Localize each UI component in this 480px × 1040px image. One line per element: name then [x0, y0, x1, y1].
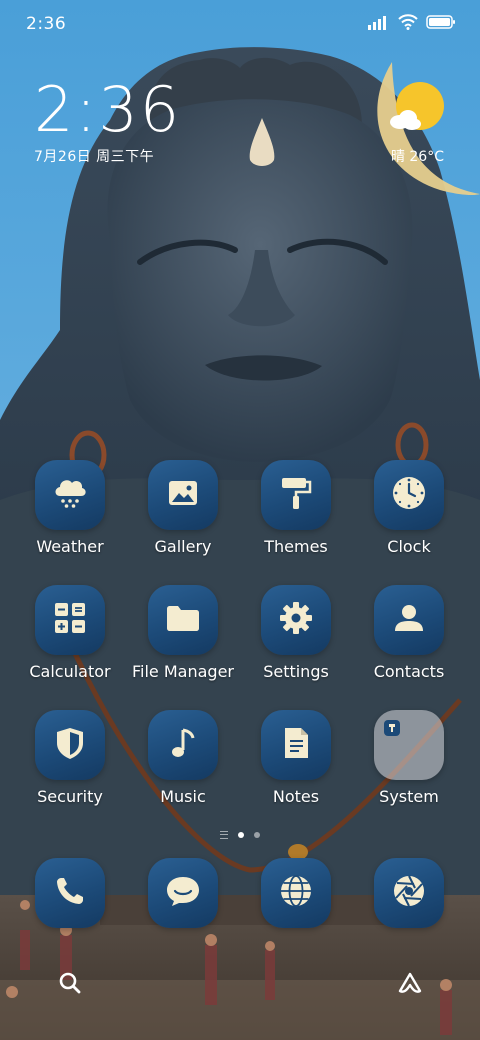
- globe-icon: [278, 873, 314, 913]
- chat-bubble-icon: [164, 874, 202, 912]
- app-notes[interactable]: Notes: [240, 710, 352, 806]
- app-label: Gallery: [154, 537, 212, 556]
- app-themes[interactable]: Themes: [240, 460, 352, 556]
- app-calculator-tile[interactable]: [35, 585, 105, 655]
- app-contacts-tile[interactable]: [374, 585, 444, 655]
- app-weather-tile[interactable]: [35, 460, 105, 530]
- dock-browser-tile[interactable]: [261, 858, 331, 928]
- person-icon: [391, 600, 427, 640]
- weather-temperature: 晴 26°C: [390, 149, 444, 165]
- battery-icon: [426, 14, 456, 34]
- music-note-icon: [168, 725, 198, 765]
- partly-sunny-icon: [388, 82, 444, 138]
- image-icon: [166, 476, 200, 514]
- app-system-folder-tile[interactable]: [374, 710, 444, 780]
- folder-icon: [165, 602, 201, 638]
- app-security-tile[interactable]: [35, 710, 105, 780]
- dock-messages-tile[interactable]: [148, 858, 218, 928]
- app-label: Themes: [264, 537, 328, 556]
- app-label: Weather: [36, 537, 104, 556]
- dock-camera-tile[interactable]: [374, 858, 444, 928]
- gear-icon: [277, 599, 315, 641]
- app-vault-button[interactable]: [390, 965, 430, 1005]
- note-icon: [281, 725, 311, 765]
- aperture-icon: [391, 873, 427, 913]
- dock-camera[interactable]: [353, 858, 465, 928]
- clock-icon: [390, 474, 428, 516]
- app-clock-tile[interactable]: [374, 460, 444, 530]
- cloud-snow-icon: [51, 474, 89, 516]
- dock-phone[interactable]: [14, 858, 126, 928]
- app-settings-tile[interactable]: [261, 585, 331, 655]
- app-label: System: [379, 787, 439, 806]
- page-dot-active: [238, 832, 244, 838]
- app-label: Settings: [263, 662, 329, 681]
- dock-browser[interactable]: [240, 858, 352, 928]
- app-label: Notes: [272, 787, 320, 806]
- status-bar: 2:36: [0, 0, 480, 50]
- app-clock[interactable]: Clock: [353, 460, 465, 556]
- search-icon: [58, 971, 82, 999]
- clock-widget[interactable]: 2:36 7月26日 周三下午: [34, 78, 181, 166]
- app-gallery-tile[interactable]: [148, 460, 218, 530]
- app-label: Contacts: [373, 662, 445, 681]
- signal-icon: [368, 14, 390, 34]
- app-label: Calculator: [29, 662, 111, 681]
- shield-icon: [53, 725, 87, 765]
- status-icons: [368, 14, 456, 34]
- app-file-manager-tile[interactable]: [148, 585, 218, 655]
- folder-icon: [384, 720, 400, 736]
- app-label: Security: [37, 787, 103, 806]
- paint-roller-icon: [279, 475, 313, 515]
- dock-messages[interactable]: [127, 858, 239, 928]
- menu-icon: [220, 831, 228, 839]
- app-label: Music: [160, 787, 206, 806]
- app-label: File Manager: [132, 662, 234, 681]
- clock-widget-time: 2:36: [34, 73, 182, 146]
- weather-widget[interactable]: 晴 26°C: [374, 82, 444, 166]
- app-label: Clock: [387, 537, 431, 556]
- app-music-tile[interactable]: [148, 710, 218, 780]
- dock-phone-tile[interactable]: [35, 858, 105, 928]
- app-music[interactable]: Music: [127, 710, 239, 806]
- status-time: 2:36: [26, 14, 67, 34]
- bottom-bar: [0, 955, 480, 1015]
- page-indicator: [0, 826, 480, 844]
- app-gallery[interactable]: Gallery: [127, 460, 239, 556]
- phone-icon: [54, 875, 86, 911]
- page-dot: [254, 832, 260, 838]
- app-notes-tile[interactable]: [261, 710, 331, 780]
- app-themes-tile[interactable]: [261, 460, 331, 530]
- search-button[interactable]: [50, 965, 90, 1005]
- app-weather[interactable]: Weather: [14, 460, 126, 556]
- app-calculator[interactable]: Calculator: [14, 585, 126, 681]
- app-contacts[interactable]: Contacts: [353, 585, 465, 681]
- app-system-folder[interactable]: System: [353, 710, 465, 806]
- wifi-icon: [398, 14, 418, 34]
- triangle-app-icon: [397, 971, 423, 999]
- app-security[interactable]: Security: [14, 710, 126, 806]
- clock-widget-date: 7月26日 周三下午: [34, 149, 155, 165]
- calculator-icon: [52, 600, 88, 640]
- app-settings[interactable]: Settings: [240, 585, 352, 681]
- app-file-manager[interactable]: File Manager: [127, 585, 239, 681]
